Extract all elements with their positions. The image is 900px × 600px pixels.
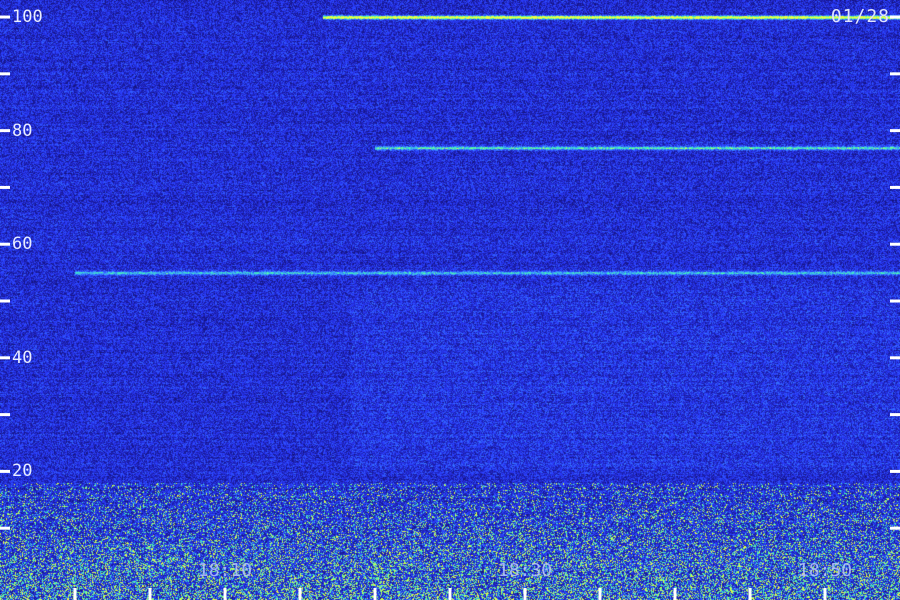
spectrogram-axes xyxy=(0,15,900,600)
y-tick-label: 80 xyxy=(12,120,33,141)
y-tick-label: 60 xyxy=(12,234,33,255)
x-tick-label: 18:50 xyxy=(797,560,853,581)
y-tick-label: 20 xyxy=(12,461,33,482)
x-tick-label: 18:30 xyxy=(497,560,553,581)
x-tick-label: 18:10 xyxy=(197,560,253,581)
y-tick-label: 100 xyxy=(12,7,43,28)
y-tick-label: 40 xyxy=(12,347,33,368)
date-label: 01/28 xyxy=(830,6,890,27)
